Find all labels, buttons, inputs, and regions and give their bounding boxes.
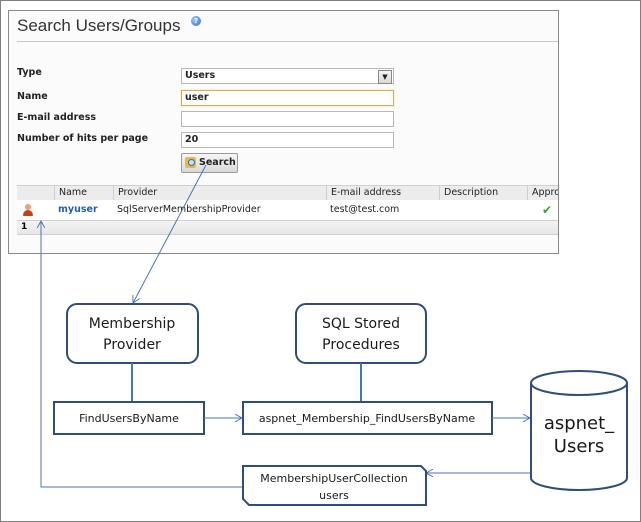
result-collection-line1: MembershipUserCollection	[260, 472, 407, 485]
membership-provider-box	[66, 303, 199, 364]
architecture-diagram: Membership Provider SQL Stored Procedure…	[0, 164, 628, 506]
sql-stored-procedures-line2: Procedures	[322, 337, 400, 353]
sql-stored-procedures-line1: SQL Stored	[322, 316, 400, 332]
stored-procedure-label: aspnet_Membership_FindUsersByName	[259, 412, 476, 425]
database-label-line1: aspnet_	[544, 413, 615, 434]
connector-search-to-provider	[133, 164, 207, 303]
membership-provider-line1: Membership	[89, 316, 176, 332]
sql-stored-procedures-box	[295, 303, 427, 364]
membership-provider-line2: Provider	[103, 337, 161, 353]
database-label-line2: Users	[554, 436, 604, 457]
result-collection-line2: users	[319, 489, 349, 502]
find-users-by-name-label: FindUsersByName	[79, 412, 179, 425]
